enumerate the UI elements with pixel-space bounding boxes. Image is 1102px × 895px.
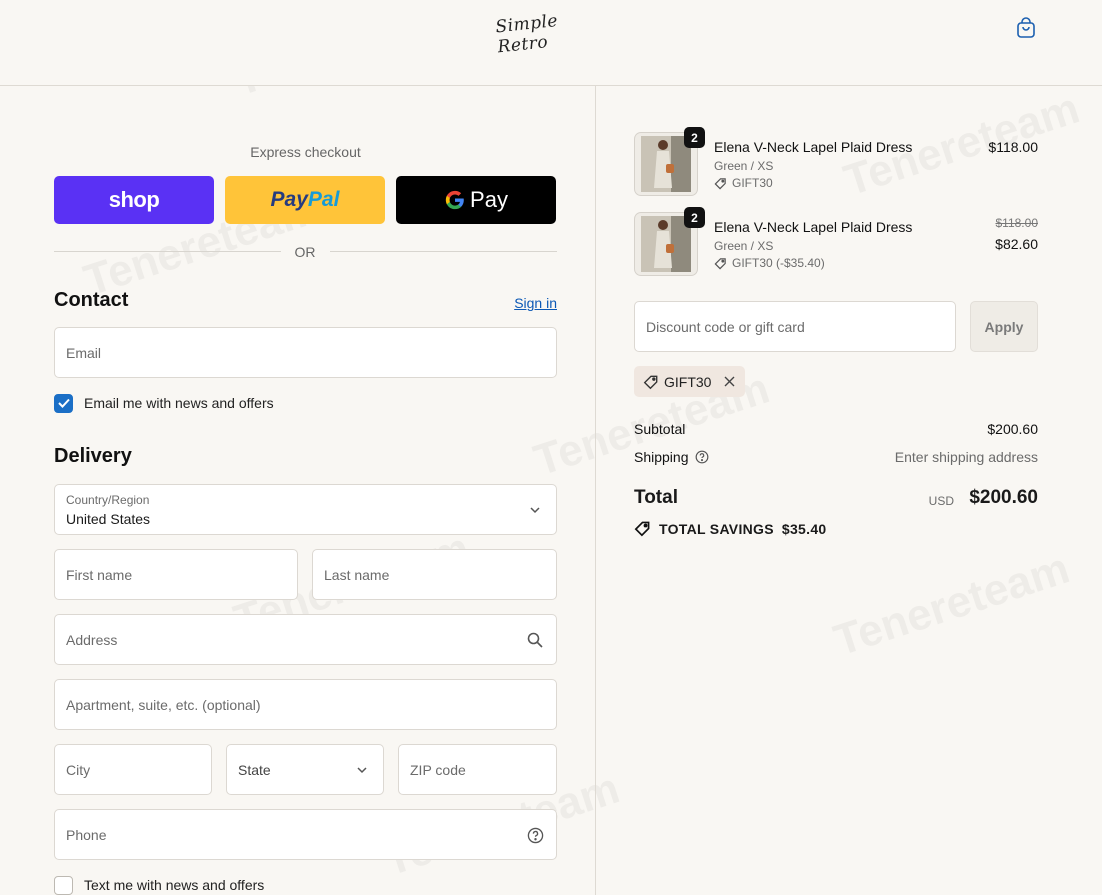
quantity-badge: 2: [684, 127, 705, 148]
item-name: Elena V-Neck Lapel Plaid Dress: [714, 139, 913, 155]
paypal-button[interactable]: Pay Pal: [225, 176, 385, 224]
help-circle-icon[interactable]: [695, 450, 709, 464]
zip-field[interactable]: ZIP code: [398, 744, 557, 795]
applied-code: GIFT30: [664, 373, 712, 390]
google-pay-button[interactable]: Pay: [396, 176, 556, 224]
cart-item: 2 Elena V-Neck Lapel Plaid Dress Green /…: [634, 127, 1038, 198]
total-savings: TOTAL SAVINGS $35.40: [634, 520, 827, 537]
email-news-option[interactable]: Email me with news and offers: [54, 393, 274, 413]
country-select[interactable]: Country/Region United States: [54, 484, 557, 535]
tag-icon: [643, 374, 659, 390]
search-icon: [526, 631, 544, 649]
address-field[interactable]: Address: [54, 614, 557, 665]
subtotal-value: $200.60: [987, 421, 1038, 437]
shipping-row: Shipping Enter shipping address: [634, 449, 1038, 465]
shop-pay-button[interactable]: shop: [54, 176, 214, 224]
product-image: 2: [634, 127, 705, 196]
contact-heading: Contact: [54, 289, 129, 311]
sign-in-link[interactable]: Sign in: [514, 295, 557, 311]
remove-discount-icon[interactable]: [724, 376, 735, 387]
email-news-checkbox[interactable]: [54, 393, 73, 413]
first-name-field[interactable]: First name: [54, 549, 298, 600]
subtotal-row: Subtotal $200.60: [634, 421, 1038, 437]
shopping-bag-icon[interactable]: [1013, 15, 1039, 41]
last-name-field[interactable]: Last name: [312, 549, 557, 600]
city-field[interactable]: City: [54, 744, 212, 795]
order-summary: 2 Elena V-Neck Lapel Plaid Dress Green /…: [634, 86, 1038, 895]
store-logo[interactable]: Simple Retro: [495, 7, 602, 57]
tag-icon: [714, 257, 727, 270]
product-image: 2: [634, 207, 705, 276]
item-variant: Green / XS: [714, 159, 774, 173]
checkout-form: Express checkout shop Pay Pal Pay OR Cont…: [54, 86, 557, 895]
or-divider: OR: [54, 242, 557, 262]
text-news-label: Text me with news and offers: [84, 877, 265, 893]
phone-field[interactable]: Phone: [54, 809, 557, 860]
help-circle-icon[interactable]: [526, 826, 544, 844]
subtotal-label: Subtotal: [634, 421, 686, 437]
apply-discount-button[interactable]: Apply: [970, 301, 1038, 352]
item-discount: GIFT30: [714, 176, 773, 190]
apartment-field[interactable]: Apartment, suite, etc. (optional): [54, 679, 557, 730]
item-name: Elena V-Neck Lapel Plaid Dress: [714, 219, 913, 235]
site-header: Simple Retro: [0, 0, 1102, 86]
shipping-label: Shipping: [634, 449, 689, 465]
country-label: Country/Region: [66, 493, 150, 507]
chevron-down-icon: [526, 501, 544, 519]
text-news-option[interactable]: Text me with news and offers: [54, 875, 264, 895]
item-variant: Green / XS: [714, 239, 774, 253]
total-currency: USD: [928, 494, 954, 508]
tag-icon: [634, 520, 651, 537]
google-g-icon: [444, 189, 466, 211]
cart-item: 2 Elena V-Neck Lapel Plaid Dress Green /…: [634, 207, 1039, 278]
email-news-label: Email me with news and offers: [84, 395, 274, 411]
shipping-value: Enter shipping address: [894, 449, 1038, 465]
tag-icon: [714, 177, 727, 190]
column-divider: [595, 86, 596, 895]
item-price: $82.60: [995, 236, 1038, 252]
applied-discount-chip: GIFT30: [634, 366, 745, 397]
quantity-badge: 2: [684, 207, 705, 228]
savings-label: TOTAL SAVINGS: [659, 520, 774, 537]
total-label: Total: [634, 487, 678, 508]
item-price: $118.00: [988, 139, 1038, 155]
discount-code-input[interactable]: Discount code or gift card: [634, 301, 956, 352]
delivery-heading: Delivery: [54, 445, 132, 467]
item-original-price: $118.00: [995, 216, 1039, 230]
text-news-checkbox[interactable]: [54, 875, 73, 895]
item-discount: GIFT30 (-$35.40): [714, 256, 825, 270]
email-field[interactable]: Email: [54, 327, 557, 378]
total-value: $200.60: [969, 487, 1038, 508]
express-checkout-title: Express checkout: [250, 144, 361, 160]
state-select[interactable]: State: [226, 744, 384, 795]
savings-value: $35.40: [781, 520, 827, 537]
country-value: United States: [66, 511, 151, 527]
chevron-down-icon: [353, 761, 371, 779]
